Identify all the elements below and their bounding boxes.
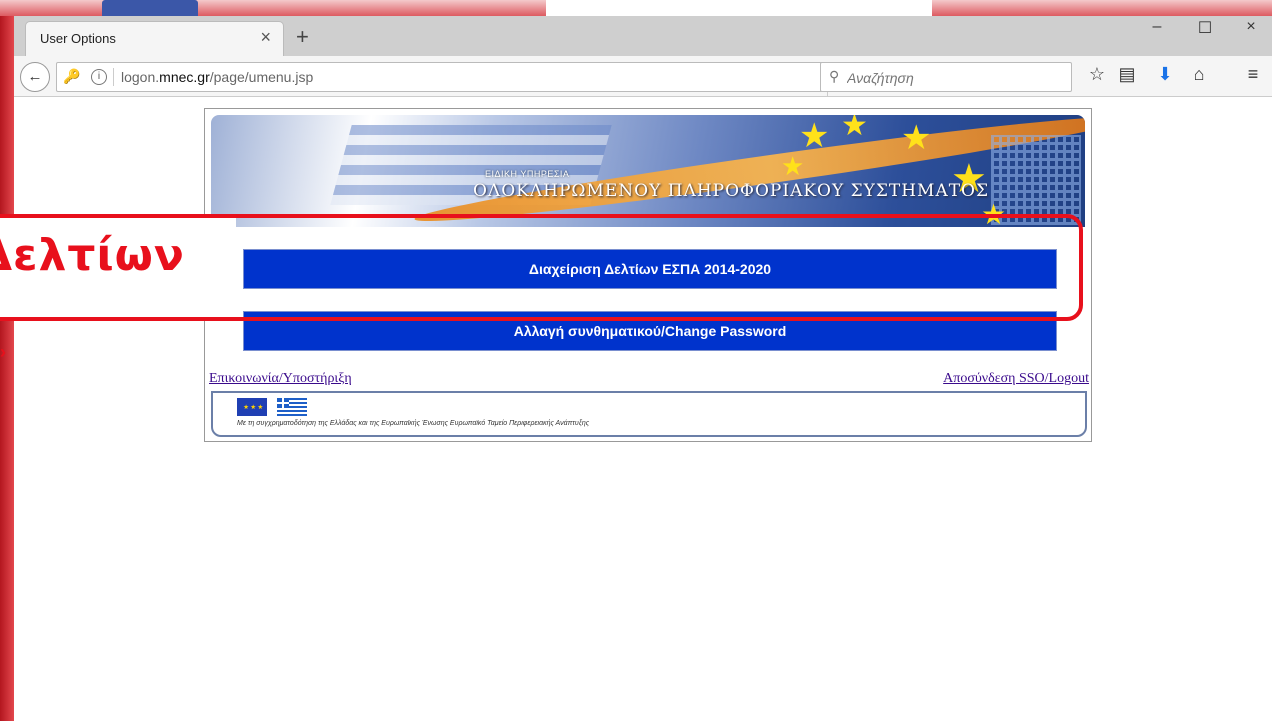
banner-title: ΟΛΟΚΛΗΡΩΜΕΝΟΥ ΠΛΗΡΟΦΟΡΙΑΚΟΥ ΣΥΣΤΗΜΑΤΟΣ: [473, 181, 990, 201]
browser-titlebar: User Options × + – ☐ ×: [14, 16, 1272, 56]
menu-icon[interactable]: ≡: [1240, 64, 1266, 85]
url-text[interactable]: logon.mnec.gr/page/umenu.jsp: [121, 69, 313, 85]
url-bar[interactable]: 🔑 i logon.mnec.gr/page/umenu.jsp C: [56, 62, 848, 97]
new-tab-button[interactable]: +: [296, 24, 309, 50]
back-arrow-icon: ←: [27, 68, 43, 85]
logout-link[interactable]: Αποσύνδεση SSO/Logout: [943, 371, 1089, 387]
change-password-button[interactable]: Αλλαγή συνθηματικού/Change Password: [243, 311, 1057, 351]
maximize-button[interactable]: ☐: [1182, 18, 1228, 38]
url-domain: mnec.gr: [159, 69, 210, 85]
header-banner: ★ ★ ★ ★ ★ ★ ΕΙΔΙΚΗ ΥΠΗΡΕΣΙΑ ΟΛΟΚΛΗΡΩΜΕΝΟ…: [211, 115, 1085, 227]
callout-word: Δελτίων: [0, 230, 185, 281]
key-icon[interactable]: 🔑: [63, 68, 80, 85]
eu-star-icon: ★: [781, 151, 805, 181]
browser-navbar: ← 🔑 i logon.mnec.gr/page/umenu.jsp C ⚲ ☆…: [14, 56, 1272, 97]
search-bar[interactable]: ⚲: [820, 62, 1072, 92]
banner-subtitle: ΕΙΔΙΚΗ ΥΠΗΡΕΣΙΑ: [485, 169, 570, 179]
close-window-button[interactable]: ×: [1228, 18, 1272, 36]
download-icon[interactable]: ⬇: [1152, 64, 1178, 85]
tab-close-icon[interactable]: ×: [260, 27, 271, 48]
manage-bulletins-button[interactable]: Διαχείριση Δελτίων ΕΣΠΑ 2014-2020: [243, 249, 1057, 289]
eu-star-icon: ★: [901, 119, 932, 157]
chevron-right-icon: ›: [0, 342, 6, 362]
search-icon: ⚲: [829, 68, 840, 84]
background-tab-chip: [102, 0, 198, 16]
user-options-panel: ★ ★ ★ ★ ★ ★ ΕΙΔΙΚΗ ΥΠΗΡΕΣΙΑ ΟΛΟΚΛΗΡΩΜΕΝΟ…: [204, 108, 1092, 442]
browser-tab[interactable]: User Options ×: [26, 22, 283, 56]
eu-flag-icon: ⋆⋆⋆: [237, 398, 267, 416]
funding-caption: Με τη συγχρηματοδότηση της Ελλάδας και τ…: [237, 420, 590, 427]
info-icon[interactable]: i: [91, 69, 107, 85]
minimize-button[interactable]: –: [1134, 18, 1180, 36]
home-icon[interactable]: ⌂: [1186, 64, 1212, 85]
funding-footer: ⋆⋆⋆ Με τη συγχρηματοδότηση της Ελλάδας κ…: [211, 391, 1087, 437]
contact-support-link[interactable]: Επικοινωνία/Υποστήριξη: [209, 371, 352, 387]
tab-title: User Options: [40, 31, 116, 46]
eu-star-icon: ★: [799, 117, 830, 155]
back-button[interactable]: ←: [20, 62, 50, 92]
reading-list-icon[interactable]: ▤: [1114, 64, 1140, 85]
slide-background-top: [0, 0, 1272, 16]
greek-flag-icon: [277, 398, 307, 416]
footer-links: Επικοινωνία/Υποστήριξη Αποσύνδεση SSO/Lo…: [209, 371, 1089, 391]
eu-star-icon: ★: [981, 199, 1007, 228]
search-input[interactable]: [845, 67, 1064, 89]
eu-star-icon: ★: [841, 115, 868, 142]
background-bar: [546, 0, 932, 16]
bookmark-star-icon[interactable]: ☆: [1084, 64, 1110, 85]
url-separator: [113, 68, 114, 86]
browser-window: User Options × + – ☐ × ← 🔑 i logon.mnec.…: [14, 16, 1272, 721]
